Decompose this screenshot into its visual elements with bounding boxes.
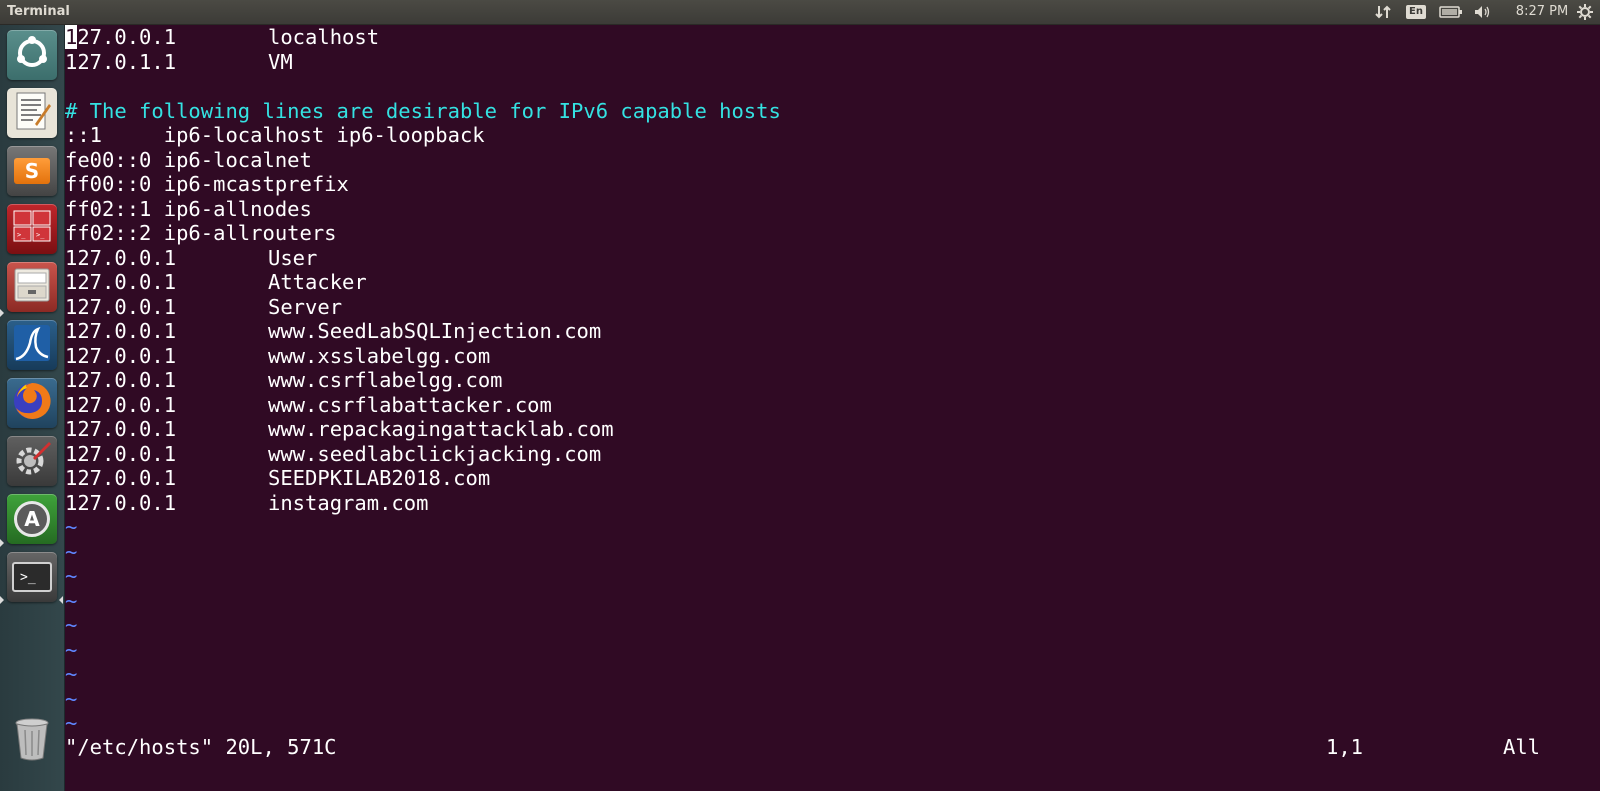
editor-line: 127.0.0.1 localhost xyxy=(65,25,380,49)
text-cursor: 1 xyxy=(65,25,78,49)
language-badge: En xyxy=(1406,5,1426,19)
editor-line: ::1 ip6-localhost ip6-loopback xyxy=(65,123,485,147)
svg-text:>_: >_ xyxy=(36,231,45,239)
empty-line-marker: ~ xyxy=(65,588,78,613)
empty-line-marker: ~ xyxy=(65,515,78,539)
editor-line: 127.0.0.1 User xyxy=(65,245,318,270)
empty-line-marker: ~ xyxy=(65,686,78,711)
launcher-item-dash[interactable] xyxy=(7,30,57,80)
empty-line-marker: ~ xyxy=(65,539,78,564)
terminator-icon: >_ >_ xyxy=(12,209,52,249)
text-editor-icon xyxy=(13,90,51,136)
volume-icon[interactable] xyxy=(1472,0,1494,24)
battery-icon[interactable] xyxy=(1436,0,1466,24)
running-indicator xyxy=(0,539,4,547)
editor-line: ff02::2 ip6-allrouters xyxy=(65,221,337,245)
focused-indicator xyxy=(59,596,63,604)
file-cabinet-icon xyxy=(12,265,52,309)
launcher-item-file-cabinet[interactable] xyxy=(7,262,57,312)
sublime-text-icon: S xyxy=(14,158,50,184)
editor-line: 127.0.0.1 Server xyxy=(65,294,343,319)
terminal-window[interactable]: 127.0.0.1 localhost 127.0.1.1 VM # The fol… xyxy=(65,25,1600,791)
launcher-item-software-updater[interactable]: A xyxy=(7,494,57,544)
ubuntu-logo-icon xyxy=(13,34,51,76)
empty-line-marker: ~ xyxy=(65,613,78,637)
editor-line: 127.0.0.1 www.csrflabelgg.com xyxy=(65,368,503,392)
clock[interactable]: 8:27 PM xyxy=(1511,0,1573,24)
editor-comment-line: # The following lines are desirable for … xyxy=(65,98,781,123)
running-indicator xyxy=(0,596,4,604)
launcher-item-text-editor[interactable] xyxy=(7,88,57,138)
editor-line: 127.0.0.1 www.xsslabelgg.com xyxy=(65,343,491,368)
launcher-item-terminal[interactable]: >_ xyxy=(7,552,57,602)
empty-line-marker: ~ xyxy=(65,662,78,686)
editor-line: 127.0.1.1 VM xyxy=(65,49,293,74)
wireshark-icon xyxy=(12,323,52,367)
launcher-item-terminator[interactable]: >_ >_ xyxy=(7,204,57,254)
launcher: S >_ >_ A >_ xyxy=(0,25,65,791)
editor-line: 127.0.0.1 www.repackagingattacklab.com xyxy=(65,417,614,441)
editor-line: 127.0.0.1 Attacker xyxy=(65,270,367,294)
svg-text:>_: >_ xyxy=(17,231,26,239)
empty-line-marker: ~ xyxy=(65,564,78,588)
top-panel: Terminal En 8:27 PM xyxy=(0,0,1600,25)
app-title: Terminal xyxy=(7,4,70,19)
editor-line: 127.0.0.1 SEEDPKILAB2018.com xyxy=(65,466,491,490)
editor-line: ff02::1 ip6-allnodes xyxy=(65,196,312,221)
launcher-item-system-settings[interactable] xyxy=(7,436,57,486)
session-gear-icon[interactable] xyxy=(1574,0,1596,24)
editor-line: 127.0.0.1 www.seedlabclickjacking.com xyxy=(65,441,602,466)
status-file-info: "/etc/hosts" 20L, 571C xyxy=(65,735,337,759)
launcher-item-trash[interactable] xyxy=(7,716,57,766)
status-cursor-position: 1,1 xyxy=(1326,735,1364,759)
editor-line: 127.0.0.1 www.csrflabattacker.com xyxy=(65,392,552,417)
software-updater-icon: A xyxy=(14,501,50,537)
scrollbar[interactable] xyxy=(1593,25,1600,791)
system-settings-icon xyxy=(11,438,53,484)
trash-icon xyxy=(12,716,52,766)
launcher-item-sublime-text[interactable]: S xyxy=(7,146,57,196)
terminal-icon: >_ xyxy=(12,562,52,592)
status-scroll-position: All xyxy=(1503,735,1541,759)
firefox-icon xyxy=(11,380,53,426)
editor-line: fe00::0 ip6-localnet xyxy=(65,147,312,172)
launcher-item-wireshark[interactable] xyxy=(7,320,57,370)
empty-line-marker: ~ xyxy=(65,637,78,662)
editor-line: ff00::0 ip6-mcastprefix xyxy=(65,172,349,196)
editor-line: 127.0.0.1 instagram.com xyxy=(65,490,429,515)
network-icon[interactable] xyxy=(1372,0,1394,24)
editor-line: 127.0.0.1 www.SeedLabSQLInjection.com xyxy=(65,319,602,343)
empty-line-marker: ~ xyxy=(65,711,78,735)
running-indicator xyxy=(0,309,4,317)
keyboard-language-indicator[interactable]: En xyxy=(1405,0,1427,24)
launcher-item-firefox[interactable] xyxy=(7,378,57,428)
